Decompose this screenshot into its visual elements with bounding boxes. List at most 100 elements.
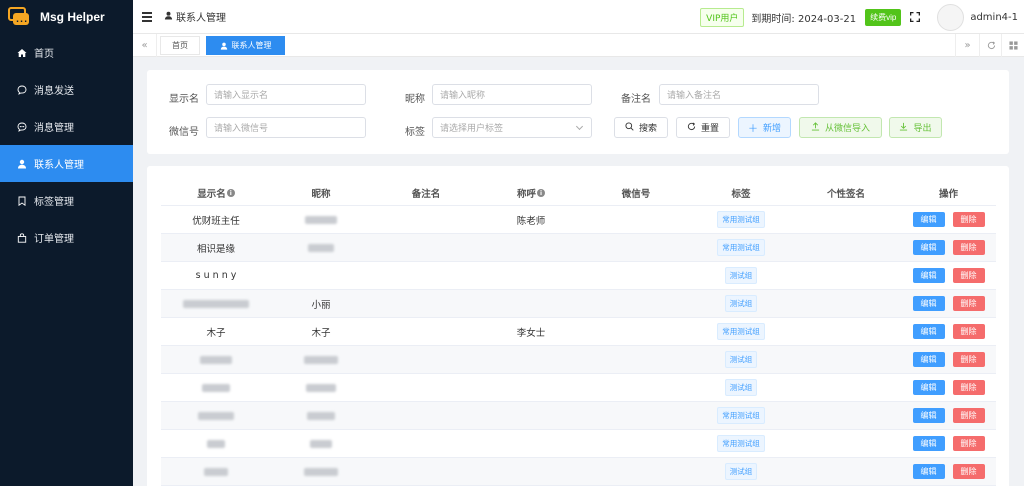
table-row: 相识是缘 常用测试组 编辑 删除 xyxy=(161,234,996,262)
table-row: s u n n y 测试组 编辑 删除 xyxy=(161,262,996,290)
renew-vip-button[interactable]: 续费vip xyxy=(865,8,902,26)
edit-button[interactable]: 编辑 xyxy=(912,352,945,367)
cell-tag: 测试组 xyxy=(691,262,791,289)
tag-chip: 测试组 xyxy=(724,463,758,480)
cell-actions: 编辑 删除 xyxy=(901,290,996,317)
redacted-text xyxy=(198,411,234,420)
display-name-label: 显示名 xyxy=(169,94,199,105)
sidebar-item-contact-management[interactable]: 联系人管理 xyxy=(0,145,133,182)
cell-tag: 常用测试组 xyxy=(691,318,791,345)
delete-button[interactable]: 删除 xyxy=(952,436,985,451)
tab-contact-management[interactable]: 联系人管理 xyxy=(206,36,285,55)
cell-display-name: s u n n y xyxy=(161,262,271,289)
tabs-scroll-left-icon[interactable]: « xyxy=(133,34,157,57)
tabs-scroll-right-icon[interactable]: » xyxy=(955,34,979,57)
cell-salutation xyxy=(481,458,581,485)
cell-tag: 常用测试组 xyxy=(691,206,791,233)
nickname-label: 昵称 xyxy=(405,94,425,105)
info-icon[interactable]: i xyxy=(537,189,545,197)
table-row: 常用测试组 编辑 删除 xyxy=(161,402,996,430)
cell-actions: 编辑 删除 xyxy=(901,318,996,345)
cell-display-name: 木子 xyxy=(161,318,271,345)
cell-signature xyxy=(791,346,901,373)
cell-tag: 测试组 xyxy=(691,346,791,373)
remark-input[interactable]: 请输入备注名 xyxy=(659,84,819,105)
app-logo[interactable]: ··· Msg Helper xyxy=(0,0,133,34)
cell-actions: 编辑 删除 xyxy=(901,458,996,485)
top-header: 联系人管理 VIP用户 到期时间: 2024-03-21 续费vip admin… xyxy=(133,0,1024,34)
sidebar-item-send-message[interactable]: 消息发送 xyxy=(0,71,133,108)
wechat-input[interactable]: 请输入微信号 xyxy=(206,117,366,138)
tag-chip: 常用测试组 xyxy=(717,323,765,340)
refresh-icon[interactable] xyxy=(979,34,1003,57)
column-header-actions: 操作 xyxy=(938,189,958,200)
tab-home[interactable]: 首页 xyxy=(160,36,200,55)
delete-button[interactable]: 删除 xyxy=(952,380,985,395)
info-icon[interactable]: i xyxy=(226,189,235,197)
edit-button[interactable]: 编辑 xyxy=(912,464,945,479)
delete-button[interactable]: 删除 xyxy=(952,352,985,367)
redacted-text xyxy=(306,383,336,392)
cell-actions: 编辑 删除 xyxy=(901,346,996,373)
grid-menu-icon[interactable] xyxy=(1001,34,1024,57)
delete-button[interactable]: 删除 xyxy=(952,464,985,479)
cell-display-name xyxy=(161,402,271,429)
wechat-label: 微信号 xyxy=(169,127,199,138)
home-icon xyxy=(17,48,27,58)
cell-display-name: 优财班主任 xyxy=(161,206,271,233)
reset-button[interactable]: 重置 xyxy=(676,117,730,138)
search-button[interactable]: 搜索 xyxy=(614,117,668,138)
refresh-icon xyxy=(687,122,696,134)
username[interactable]: admin4-1 xyxy=(970,12,1018,23)
edit-button[interactable]: 编辑 xyxy=(912,408,945,423)
cell-wechat xyxy=(581,290,691,317)
sidebar-item-home[interactable]: 首页 xyxy=(0,34,133,71)
display-name-input[interactable]: 请输入显示名 xyxy=(206,84,366,105)
sidebar-item-tag-management[interactable]: 标签管理 xyxy=(0,182,133,219)
sidebar-item-message-management[interactable]: 消息管理 xyxy=(0,108,133,145)
cell-tag: 常用测试组 xyxy=(691,402,791,429)
cell-wechat xyxy=(581,374,691,401)
menu-toggle-icon[interactable] xyxy=(142,10,152,24)
fullscreen-icon[interactable] xyxy=(910,11,921,23)
nickname-input[interactable]: 请输入昵称 xyxy=(432,84,592,105)
avatar[interactable] xyxy=(937,3,965,31)
reset-button-label: 重置 xyxy=(700,124,719,134)
cell-remark xyxy=(371,374,481,401)
breadcrumb: 联系人管理 xyxy=(164,9,226,24)
edit-button[interactable]: 编辑 xyxy=(912,324,945,339)
export-button[interactable]: 导出 xyxy=(889,117,942,138)
add-button-label: 新增 xyxy=(762,124,781,134)
column-header-salutation: 称呼 i xyxy=(481,180,581,206)
delete-button[interactable]: 删除 xyxy=(952,212,985,227)
sidebar-item-label: 标签管理 xyxy=(34,197,74,208)
cell-display-name xyxy=(161,374,271,401)
import-from-wechat-button[interactable]: 从微信导入 xyxy=(799,117,882,138)
cell-signature xyxy=(791,262,901,289)
delete-button[interactable]: 删除 xyxy=(952,296,985,311)
edit-button[interactable]: 编辑 xyxy=(912,380,945,395)
cell-text: 陈老师 xyxy=(516,215,546,227)
cell-nickname xyxy=(271,262,371,289)
cell-salutation xyxy=(481,374,581,401)
cell-signature xyxy=(791,290,901,317)
edit-button[interactable]: 编辑 xyxy=(912,212,945,227)
tag-select[interactable]: 请选择用户标签 xyxy=(432,117,592,138)
cell-nickname xyxy=(271,346,371,373)
cell-text: 小丽 xyxy=(311,299,331,311)
cell-actions: 编辑 删除 xyxy=(901,374,996,401)
cell-actions: 编辑 删除 xyxy=(901,430,996,457)
cell-text: 木子 xyxy=(206,327,226,339)
tag-chip: 测试组 xyxy=(724,379,758,396)
delete-button[interactable]: 删除 xyxy=(952,240,985,255)
delete-button[interactable]: 删除 xyxy=(952,408,985,423)
edit-button[interactable]: 编辑 xyxy=(912,268,945,283)
sidebar-item-order-management[interactable]: 订单管理 xyxy=(0,219,133,256)
column-header-nickname: 昵称 xyxy=(311,189,331,200)
edit-button[interactable]: 编辑 xyxy=(912,240,945,255)
add-button[interactable]: ＋ 新增 xyxy=(738,117,791,138)
edit-button[interactable]: 编辑 xyxy=(912,436,945,451)
delete-button[interactable]: 删除 xyxy=(952,268,985,283)
delete-button[interactable]: 删除 xyxy=(952,324,985,339)
edit-button[interactable]: 编辑 xyxy=(912,296,945,311)
